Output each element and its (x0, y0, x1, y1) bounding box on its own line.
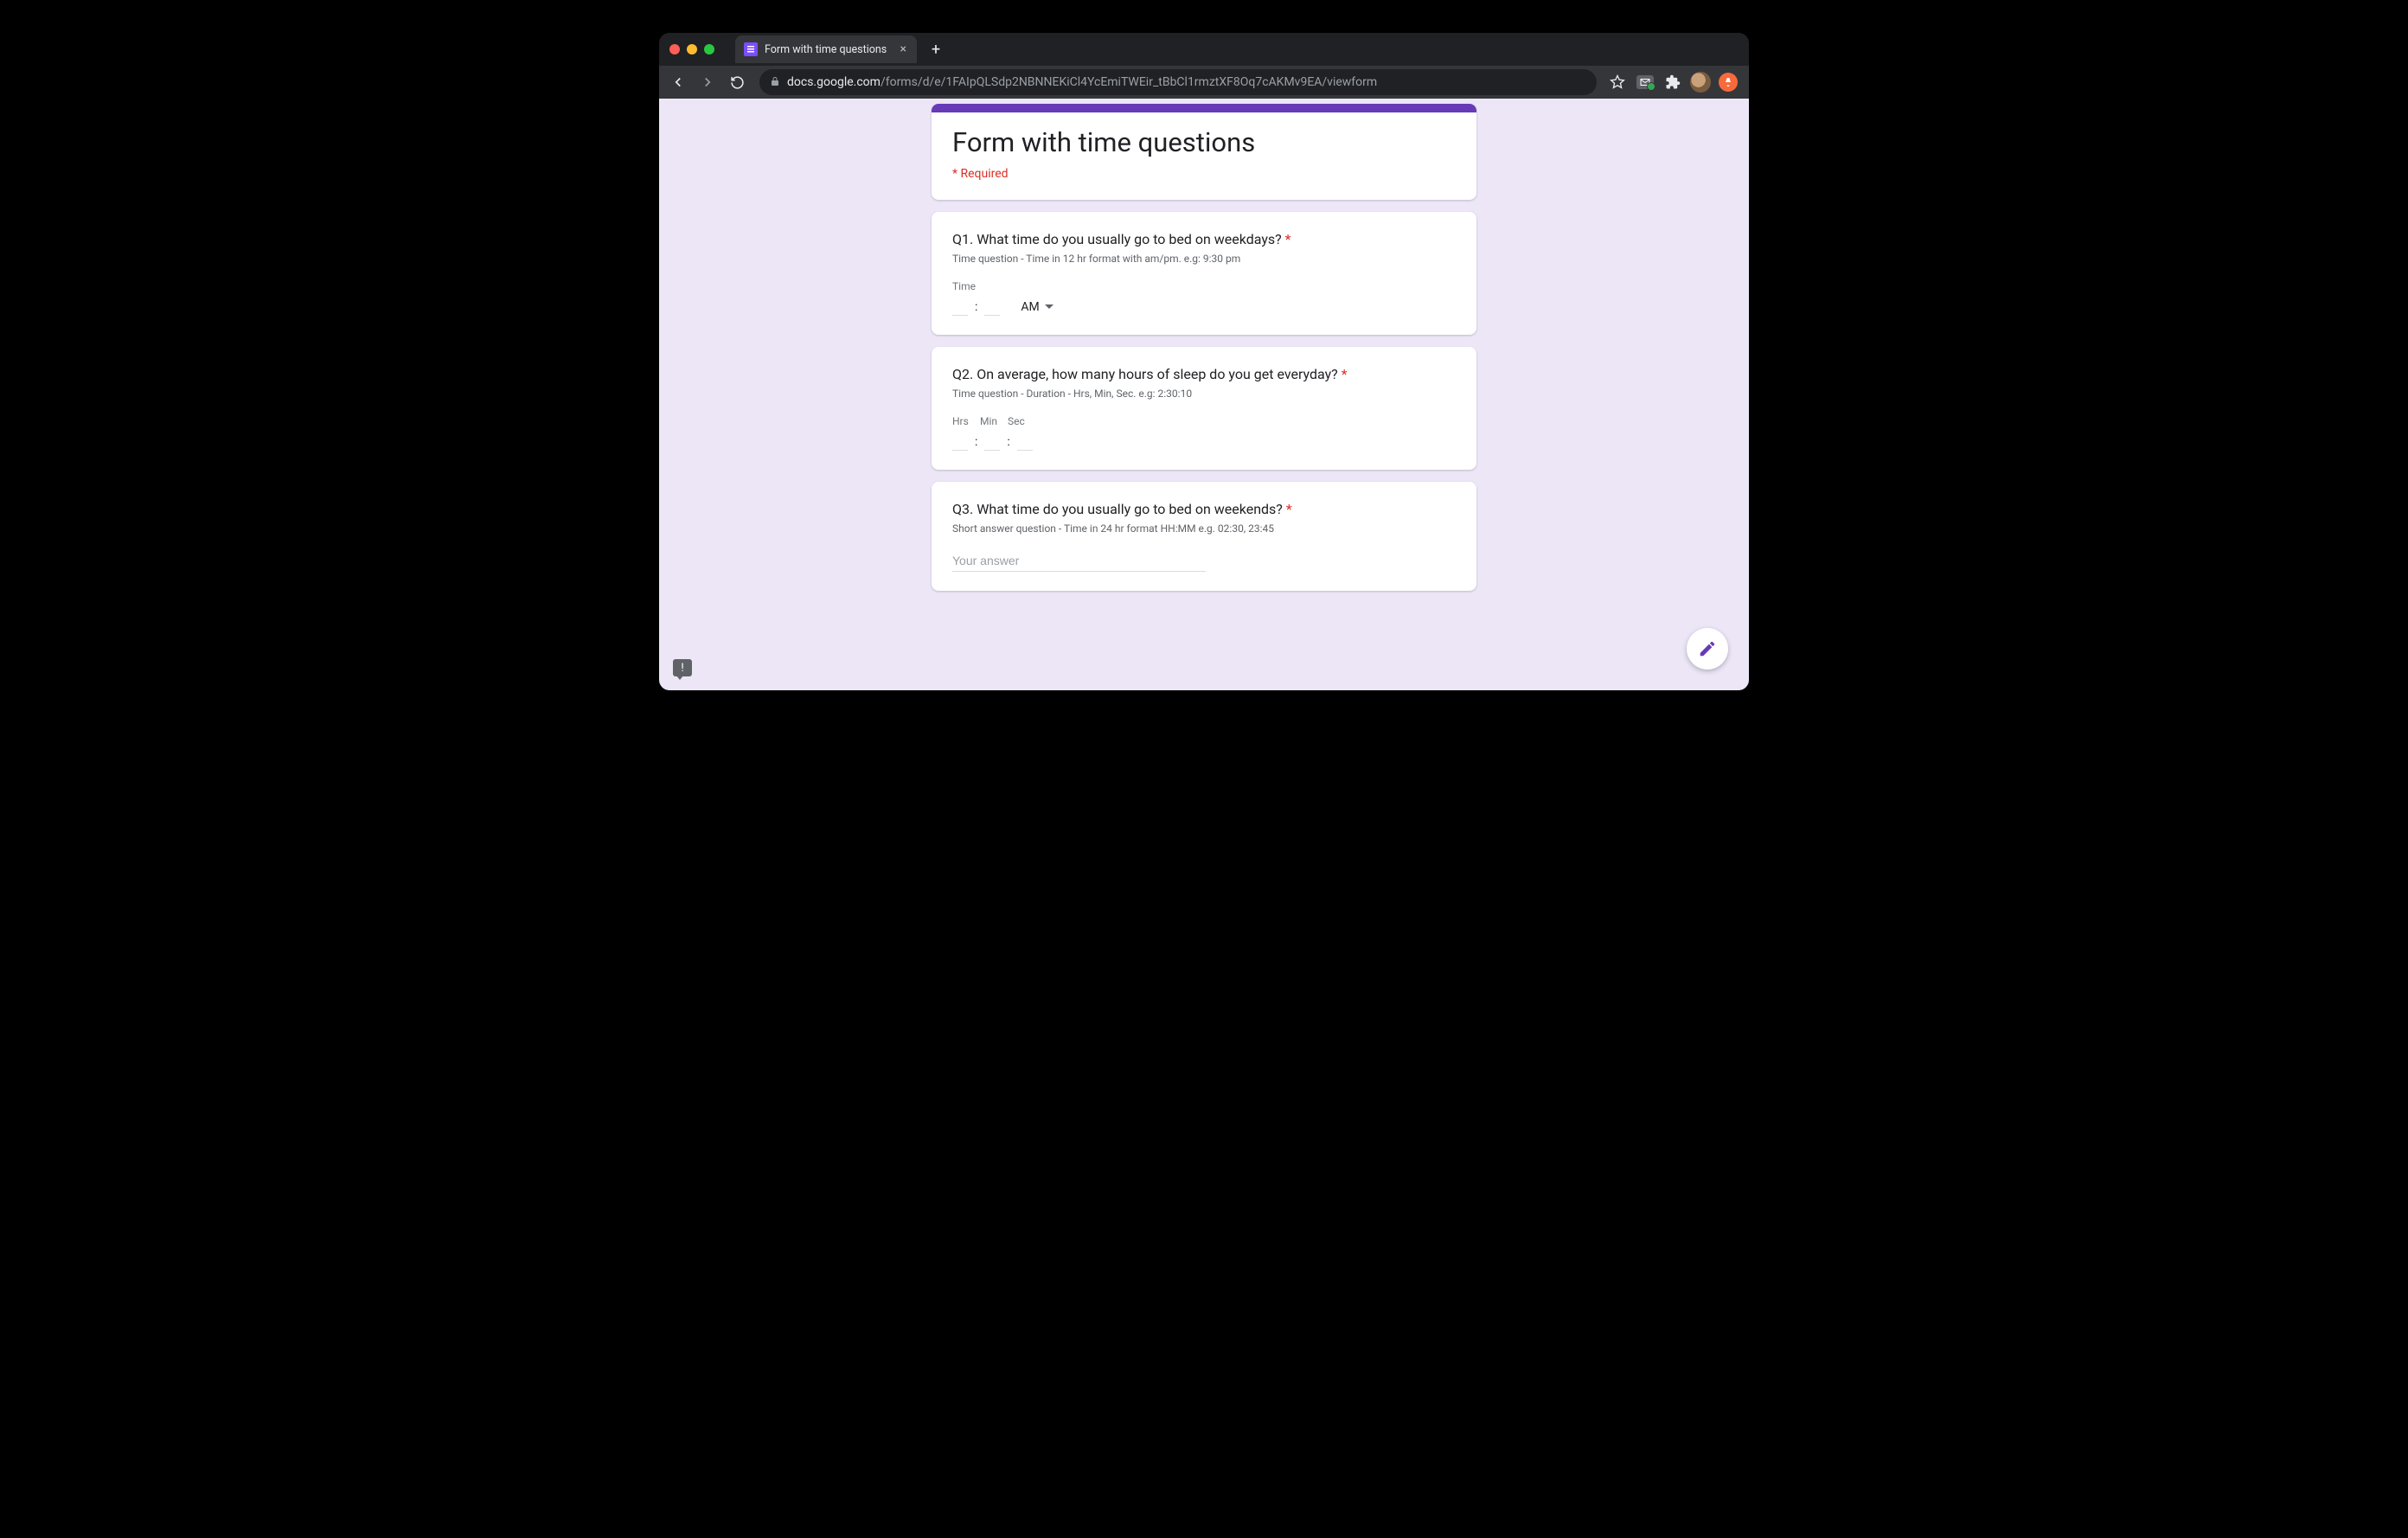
forms-favicon-icon (744, 42, 758, 56)
q2-min-label: Min (980, 415, 999, 427)
profile-avatar[interactable] (1690, 72, 1711, 93)
close-window-button[interactable] (669, 44, 680, 54)
maximize-window-button[interactable] (704, 44, 714, 54)
back-button[interactable] (666, 70, 690, 94)
q2-seconds-input[interactable] (1017, 433, 1033, 451)
profile-badge-icon[interactable] (1718, 72, 1739, 93)
form-title: Form with time questions (952, 126, 1456, 158)
q3-title: Q3. What time do you usually go to bed o… (952, 501, 1456, 517)
form-header-card: Form with time questions * Required (932, 104, 1476, 200)
close-tab-button[interactable]: × (899, 42, 908, 56)
q1-title: Q1. What time do you usually go to bed o… (952, 231, 1456, 247)
q2-hrs-label: Hrs (952, 415, 971, 427)
q2-sec-label: Sec (1008, 415, 1027, 427)
browser-tab[interactable]: Form with time questions × (735, 35, 917, 63)
browser-window: Form with time questions × + docs.google… (659, 33, 1749, 690)
duration-colon: : (1005, 435, 1011, 449)
q2-minutes-input[interactable] (984, 433, 1000, 451)
form-container: Form with time questions * Required Q1. … (932, 99, 1476, 591)
q2-duration-input-row: : : (952, 433, 1456, 451)
lock-icon (770, 76, 780, 89)
question-card-q3: Q3. What time do you usually go to bed o… (932, 482, 1476, 591)
required-asterisk: * (1285, 231, 1291, 247)
minimize-window-button[interactable] (687, 44, 697, 54)
q2-duration-labels: Hrs Min Sec (952, 415, 1456, 427)
url-text: docs.google.com/forms/d/e/1FAIpQLSdp2NBN… (787, 75, 1377, 89)
q3-short-answer-input[interactable] (952, 550, 1206, 572)
page-viewport: Form with time questions * Required Q1. … (659, 99, 1749, 690)
q1-ampm-dropdown[interactable]: AM (1021, 300, 1053, 314)
question-card-q1: Q1. What time do you usually go to bed o… (932, 212, 1476, 335)
q1-description: Time question - Time in 12 hr format wit… (952, 253, 1456, 265)
edit-form-fab[interactable] (1687, 628, 1728, 670)
window-controls (669, 44, 714, 54)
q1-hour-input[interactable] (952, 298, 968, 316)
bookmark-star-icon[interactable] (1607, 72, 1628, 93)
tab-title: Form with time questions (765, 43, 892, 56)
required-note: * Required (952, 167, 1456, 181)
q2-hours-input[interactable] (952, 433, 968, 451)
new-tab-button[interactable]: + (924, 37, 948, 61)
forward-button[interactable] (695, 70, 720, 94)
q1-minute-input[interactable] (984, 298, 1000, 316)
report-problem-button[interactable]: ! (673, 659, 692, 676)
q1-ampm-label: AM (1021, 300, 1039, 314)
titlebar: Form with time questions × + (659, 33, 1749, 66)
q1-time-input-row: : AM (952, 298, 1456, 316)
reload-button[interactable] (725, 70, 749, 94)
question-card-q2: Q2. On average, how many hours of sleep … (932, 347, 1476, 470)
chevron-down-icon (1045, 304, 1054, 309)
q2-description: Time question - Duration - Hrs, Min, Sec… (952, 388, 1456, 400)
q2-title: Q2. On average, how many hours of sleep … (952, 366, 1456, 382)
toolbar-right (1607, 72, 1742, 93)
required-asterisk: * (1342, 366, 1348, 382)
duration-colon: : (973, 435, 979, 449)
mail-extension-icon[interactable] (1635, 72, 1656, 93)
q1-time-label: Time (952, 280, 1456, 292)
address-bar[interactable]: docs.google.com/forms/d/e/1FAIpQLSdp2NBN… (759, 69, 1597, 95)
extensions-puzzle-icon[interactable] (1662, 72, 1683, 93)
required-asterisk: * (1286, 501, 1292, 517)
q3-description: Short answer question - Time in 24 hr fo… (952, 522, 1456, 535)
time-colon: : (973, 300, 979, 314)
browser-toolbar: docs.google.com/forms/d/e/1FAIpQLSdp2NBN… (659, 66, 1749, 99)
